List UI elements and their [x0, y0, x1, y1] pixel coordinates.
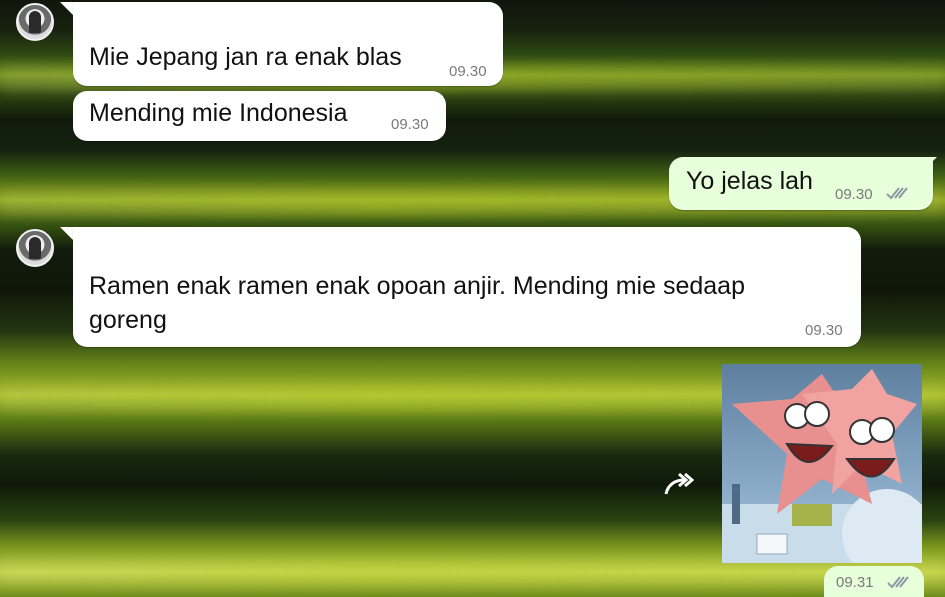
patrick-star-sticker[interactable] — [722, 364, 922, 563]
forward-icon[interactable] — [662, 470, 696, 500]
message-time: 09.30 — [805, 322, 843, 339]
sticker-illustration — [722, 369, 922, 563]
avatar-figure — [29, 237, 41, 259]
message-bubble-incoming[interactable]: Ramen enak ramen enak opoan anjir. Mendi… — [73, 227, 861, 347]
sticker-timestamp: 09.31 — [824, 566, 924, 597]
message-time: 09.30 — [449, 63, 487, 80]
message-time: 09.30 — [835, 186, 873, 203]
wallpaper-stripe — [0, 560, 945, 586]
message-text: Mie Jepang jan ra enak blas — [89, 43, 402, 71]
contact-avatar[interactable] — [16, 229, 54, 267]
double-check-icon — [886, 187, 908, 200]
avatar-figure — [29, 11, 41, 33]
message-bubble-incoming[interactable]: Mending mie Indonesia 09.30 — [73, 91, 446, 141]
message-time: 09.30 — [391, 116, 429, 133]
contact-avatar[interactable] — [16, 3, 54, 41]
message-time: 09.31 — [836, 574, 874, 591]
message-text: Ramen enak ramen enak opoan anjir. Mendi… — [89, 272, 745, 334]
double-check-icon — [887, 576, 909, 589]
message-text: Yo jelas lah — [686, 167, 813, 195]
message-text: Mending mie Indonesia — [89, 99, 348, 127]
message-bubble-outgoing[interactable]: Yo jelas lah 09.30 — [669, 157, 933, 210]
message-bubble-incoming[interactable]: Mie Jepang jan ra enak blas 09.30 — [73, 2, 503, 86]
